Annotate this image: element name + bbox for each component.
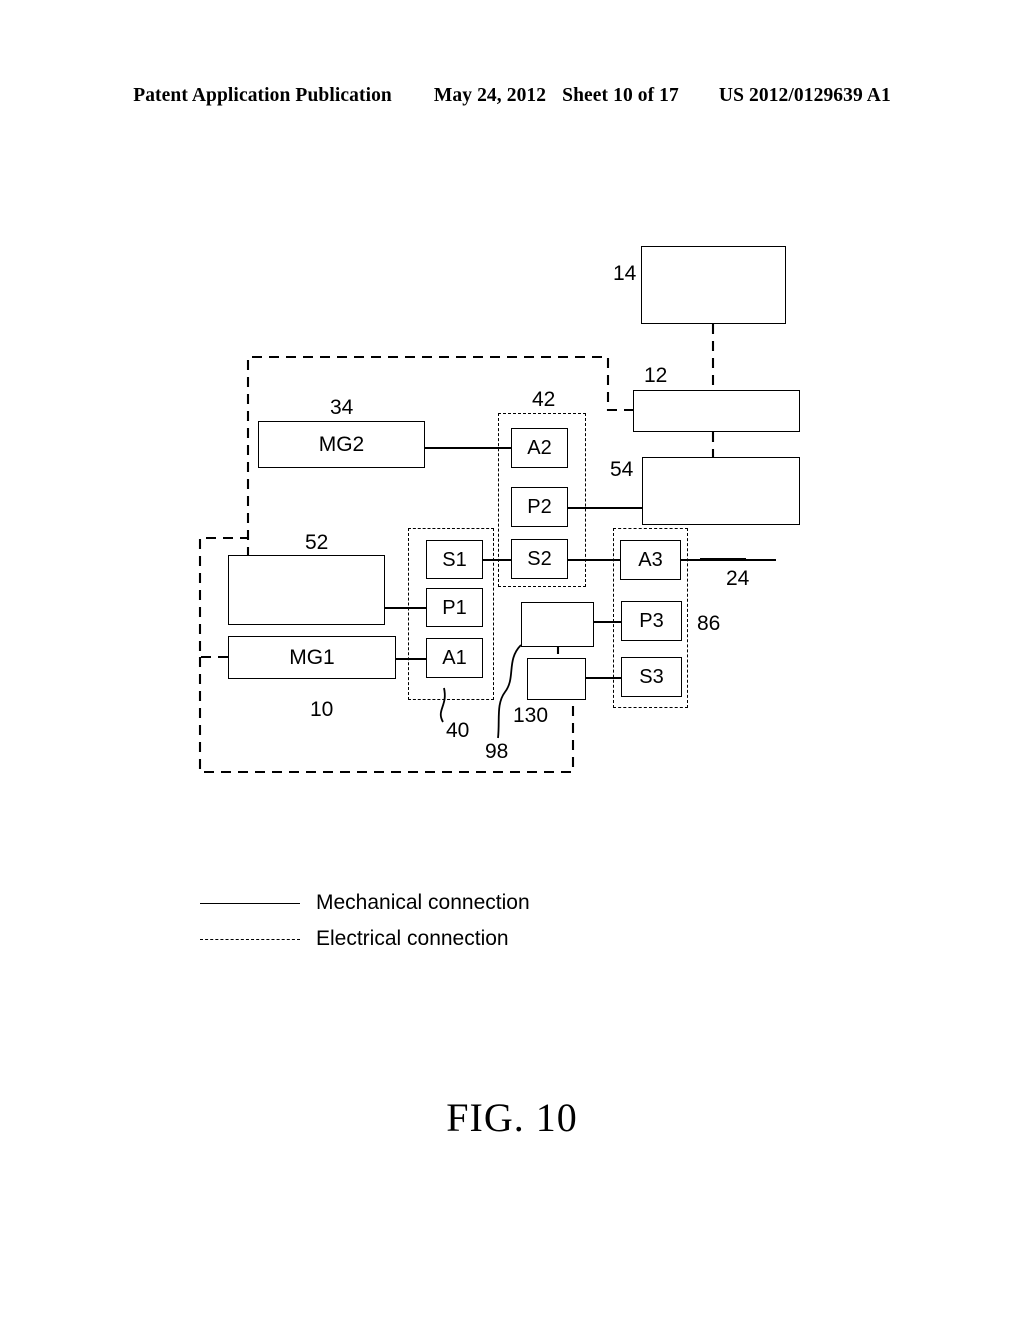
ref-numeral-34: 34 (330, 396, 354, 419)
box-s3-label: S3 (639, 666, 664, 688)
mechanical-line-sample-icon (200, 902, 300, 904)
mech-line-s1-s2 (482, 559, 511, 561)
box-130-upper[interactable] (521, 602, 594, 647)
ref-numeral-40: 40 (446, 719, 470, 742)
box-12[interactable] (633, 390, 800, 432)
box-130-lower[interactable] (527, 658, 586, 700)
legend-row-electrical: Electrical connection (200, 921, 620, 957)
box-mg1-label: MG1 (289, 646, 335, 669)
mech-line-mg2-a2 (425, 447, 511, 449)
box-14[interactable] (641, 246, 786, 324)
box-p2-label: P2 (527, 496, 552, 518)
box-s1[interactable]: S1 (426, 540, 483, 579)
box-mg2-label: MG2 (318, 433, 365, 456)
box-s1-label: S1 (442, 548, 467, 571)
box-s2-label: S2 (527, 548, 552, 570)
box-p3[interactable]: P3 (621, 601, 682, 641)
mech-line-s2-a3 (567, 559, 621, 561)
ref-numeral-86: 86 (697, 612, 721, 635)
box-s3[interactable]: S3 (621, 657, 682, 697)
legend-label-mechanical: Mechanical connection (316, 891, 530, 914)
mech-line-130lower-s3 (586, 677, 622, 679)
ref-numeral-98: 98 (485, 740, 509, 763)
mech-line-p2-54 (567, 507, 643, 509)
mech-line-130upper-p3 (594, 621, 622, 623)
box-p1-label: P1 (442, 596, 467, 619)
figure-caption: FIG. 10 (446, 1095, 578, 1140)
mech-line-mg1-a1 (396, 658, 427, 660)
legend-label-electrical: Electrical connection (316, 927, 509, 950)
mech-shaft-24 (700, 558, 746, 562)
box-a2[interactable]: A2 (511, 428, 568, 468)
electrical-line-sample-icon (200, 938, 300, 940)
box-a2-label: A2 (527, 437, 552, 459)
box-p1[interactable]: P1 (426, 588, 483, 627)
box-s2[interactable]: S2 (511, 539, 568, 579)
ref-numeral-10: 10 (310, 698, 334, 721)
legend: Mechanical connection Electrical connect… (200, 885, 620, 957)
legend-row-mechanical: Mechanical connection (200, 885, 620, 921)
ref-numeral-42: 42 (532, 388, 556, 411)
box-52[interactable] (228, 555, 385, 625)
ref-numeral-14: 14 (613, 262, 637, 285)
box-mg1[interactable]: MG1 (228, 636, 396, 679)
ref-numeral-130: 130 (513, 704, 549, 727)
mech-line-52-p1 (385, 607, 427, 609)
ref-numeral-12: 12 (644, 364, 668, 387)
box-a3[interactable]: A3 (620, 540, 681, 580)
ref-numeral-24: 24 (726, 567, 750, 590)
box-mg2[interactable]: MG2 (258, 421, 425, 468)
box-54[interactable] (642, 457, 800, 525)
box-a3-label: A3 (638, 549, 663, 571)
box-p3-label: P3 (639, 610, 664, 632)
ref-numeral-54: 54 (610, 458, 634, 481)
box-p2[interactable]: P2 (511, 487, 568, 527)
box-a1[interactable]: A1 (426, 638, 483, 678)
ref-numeral-52: 52 (305, 531, 329, 554)
box-a1-label: A1 (442, 647, 467, 669)
